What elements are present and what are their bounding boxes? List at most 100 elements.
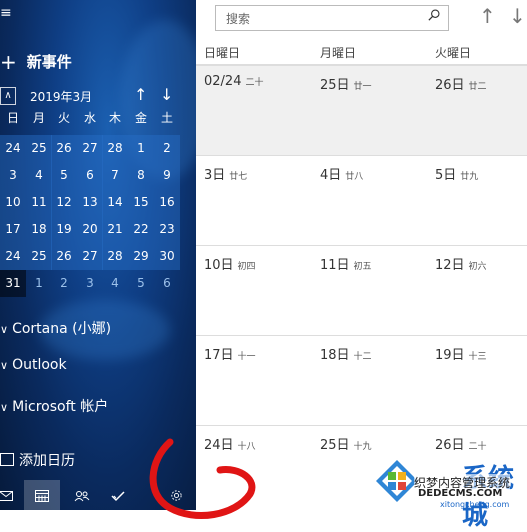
day-cell[interactable]: 26日 二十 — [435, 434, 487, 453]
mini-calendar-day[interactable]: 22 — [128, 216, 154, 243]
add-calendar-label: 添加日历 — [19, 453, 75, 469]
day-number: 12日 — [435, 258, 465, 273]
day-cell[interactable]: 17日 十一 — [204, 344, 256, 363]
day-cell[interactable]: 4日 廿八 — [320, 164, 363, 183]
day-number: 10日 — [204, 258, 234, 273]
mini-calendar-day[interactable]: 24 — [0, 243, 26, 270]
mini-calendar-weekday-label: 木 — [108, 111, 121, 125]
mini-calendar-day[interactable]: 1 — [26, 270, 52, 297]
day-number: 26日 — [435, 438, 465, 453]
mini-calendar-day[interactable]: 6 — [77, 162, 103, 189]
day-number: 4日 — [320, 168, 342, 183]
weekday-header-row: 日曜日 月曜日 火曜日 — [196, 36, 527, 65]
week-row: 10日 初四 11日 初五 12日 初六 — [196, 245, 527, 335]
mini-calendar-day[interactable]: 17 — [0, 216, 26, 243]
day-cell[interactable]: 3日 廿七 — [204, 164, 247, 183]
mini-calendar-day[interactable]: 27 — [77, 135, 103, 162]
calendar-group-microsoft-account[interactable]: ∨ Microsoft 帐户 — [0, 396, 108, 416]
mini-calendar-day[interactable]: 8 — [128, 162, 154, 189]
mail-icon[interactable] — [0, 480, 24, 510]
collapse-calendar-button[interactable]: ∧ — [0, 87, 16, 105]
search-placeholder: 搜索 — [226, 12, 251, 26]
mini-calendar-day[interactable]: 29 — [128, 243, 154, 270]
weekday-header: 火曜日 — [435, 46, 472, 60]
mini-calendar-weekday-label: 金 — [134, 111, 147, 125]
mini-calendar-day[interactable]: 9 — [154, 162, 180, 189]
day-cell[interactable]: 02/24 二十 — [204, 74, 263, 89]
lunar-date: 廿二 — [468, 82, 487, 92]
lunar-date: 二十 — [468, 442, 487, 452]
lunar-date: 二十 — [245, 78, 264, 88]
mini-calendar-day[interactable]: 5 — [51, 162, 77, 189]
day-cell[interactable]: 11日 初五 — [320, 254, 372, 273]
mini-calendar-day[interactable]: 2 — [154, 135, 180, 162]
todo-check-icon[interactable] — [100, 480, 136, 510]
mini-calendar-day[interactable]: 25 — [26, 135, 52, 162]
previous-month-arrow-icon[interactable]: ↑ — [134, 85, 147, 104]
mini-calendar-day[interactable]: 26 — [51, 243, 77, 270]
mini-calendar-day[interactable]: 31 — [0, 270, 26, 297]
previous-arrow-icon[interactable]: ↑ — [479, 4, 496, 28]
calendar-group-cortana[interactable]: ∨ Cortana (小娜) — [0, 318, 111, 338]
day-cell[interactable]: 19日 十三 — [435, 344, 487, 363]
mini-calendar-day[interactable]: 26 — [51, 135, 77, 162]
add-calendar-button[interactable]: 添加日历 — [0, 450, 75, 470]
week-row: 02/24 二十 25日 廿一 26日 廿二 — [196, 65, 527, 155]
hamburger-menu-icon[interactable]: ≡ — [0, 6, 14, 20]
day-cell[interactable]: 5日 廿九 — [435, 164, 478, 183]
day-number: 26日 — [435, 78, 465, 93]
mini-calendar-day[interactable]: 28 — [102, 135, 128, 162]
mini-calendar-month-label[interactable]: 2019年3月 — [30, 88, 92, 105]
chevron-down-icon: ∨ — [0, 359, 9, 372]
mini-calendar-day[interactable]: 30 — [154, 243, 180, 270]
mini-calendar-day[interactable]: 19 — [51, 216, 77, 243]
mini-calendar-day[interactable]: 23 — [154, 216, 180, 243]
mini-calendar-day[interactable]: 4 — [26, 162, 52, 189]
mini-calendar-day[interactable]: 18 — [26, 216, 52, 243]
mini-calendar-day[interactable]: 10 — [0, 189, 26, 216]
mini-calendar-day[interactable]: 11 — [26, 189, 52, 216]
mini-calendar-day[interactable]: 5 — [128, 270, 154, 297]
mini-calendar-day[interactable]: 16 — [154, 189, 180, 216]
day-cell[interactable]: 10日 初四 — [204, 254, 256, 273]
calendar-group-outlook[interactable]: ∨ Outlook — [0, 357, 67, 373]
mini-calendar-day[interactable]: 15 — [128, 189, 154, 216]
mini-calendar-day[interactable]: 12 — [51, 189, 77, 216]
mini-calendar-day[interactable]: 25 — [26, 243, 52, 270]
people-icon[interactable] — [64, 480, 100, 510]
watermark-text: DEDECMS.COM — [418, 488, 503, 499]
day-number: 3日 — [204, 168, 226, 183]
month-navigator: ∧ 2019年3月 ↑ ↓ — [0, 85, 196, 107]
mini-calendar-day[interactable]: 4 — [102, 270, 128, 297]
mini-calendar-day[interactable]: 13 — [77, 189, 103, 216]
mini-calendar-weekday-label: 月 — [32, 111, 45, 125]
mini-calendar-day[interactable]: 14 — [102, 189, 128, 216]
lunar-date: 十一 — [237, 352, 256, 362]
mini-calendar-day[interactable]: 24 — [0, 135, 26, 162]
mini-calendar-day[interactable]: 7 — [102, 162, 128, 189]
next-month-arrow-icon[interactable]: ↓ — [160, 85, 173, 104]
mini-calendar-day[interactable]: 3 — [77, 270, 103, 297]
mini-calendar-day[interactable]: 27 — [77, 243, 103, 270]
search-box[interactable]: 搜索 — [215, 5, 449, 31]
day-cell[interactable]: 25日 十九 — [320, 434, 372, 453]
new-event-button[interactable]: + 新事件 — [0, 48, 72, 74]
mini-calendar-day[interactable]: 20 — [77, 216, 103, 243]
day-cell[interactable]: 12日 初六 — [435, 254, 487, 273]
mini-calendar-day[interactable]: 28 — [102, 243, 128, 270]
mini-calendar-day[interactable]: 6 — [154, 270, 180, 297]
day-cell[interactable]: 18日 十二 — [320, 344, 372, 363]
next-arrow-icon[interactable]: ↓ — [509, 4, 526, 28]
day-number: 18日 — [320, 348, 350, 363]
mini-calendar-day[interactable]: 21 — [102, 216, 128, 243]
calendar-app-icon[interactable] — [24, 480, 60, 510]
day-cell[interactable]: 26日 廿二 — [435, 74, 487, 93]
lunar-date: 十九 — [353, 442, 372, 452]
weekday-header: 月曜日 — [320, 46, 357, 60]
mini-calendar-day[interactable]: 2 — [51, 270, 77, 297]
chevron-down-icon: ∨ — [0, 323, 9, 336]
mini-calendar-day[interactable]: 3 — [0, 162, 26, 189]
day-cell[interactable]: 25日 廿一 — [320, 74, 372, 93]
mini-calendar-day[interactable]: 1 — [128, 135, 154, 162]
search-icon[interactable] — [428, 9, 440, 21]
